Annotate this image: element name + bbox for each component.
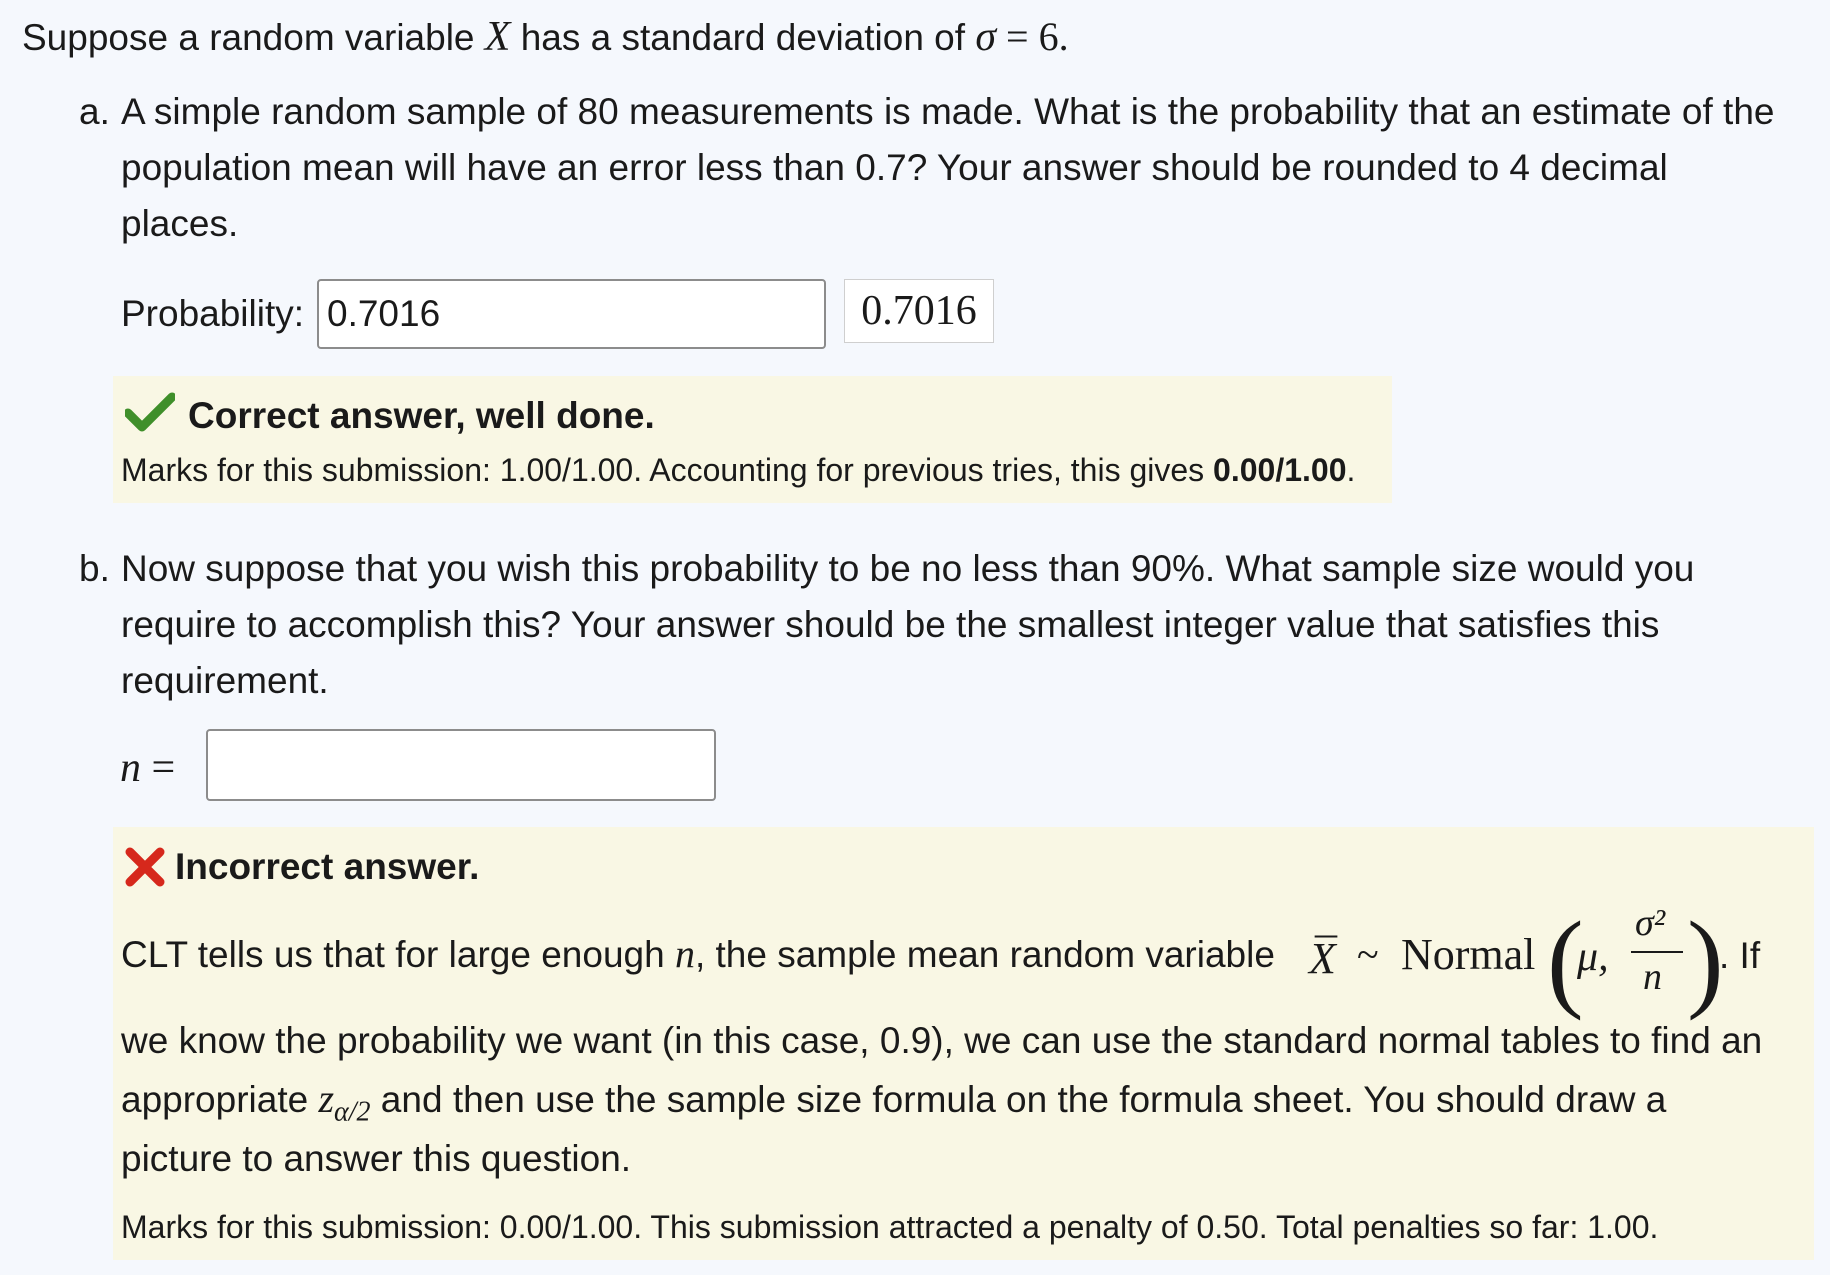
status-correct: Correct answer, well done. — [188, 395, 655, 436]
clt-hint-line-3: appropriate zα/2 and then use the sample… — [121, 1076, 1667, 1128]
question-intro: Suppose a random variable X has a standa… — [22, 12, 1069, 63]
part-a-feedback: Correct answer, well done. Marks for thi… — [113, 376, 1392, 503]
part-b-question: Now suppose that you wish this probabili… — [121, 541, 1821, 709]
fraction-bar — [1631, 951, 1683, 953]
part-a-question: A simple random sample of 80 measurement… — [121, 84, 1821, 252]
xbar-symbol: ¯ X — [1309, 930, 1337, 983]
part-b-line: Now suppose that you wish this probabili… — [121, 548, 1695, 589]
part-b-line: requirement. — [121, 660, 329, 701]
part-a-line: places. — [121, 203, 239, 244]
part-a-line: population mean will have an error less … — [121, 147, 1668, 188]
part-a-line: A simple random sample of 80 measurement… — [121, 91, 1775, 132]
sample-size-input[interactable] — [206, 729, 716, 801]
intro-var: X — [484, 14, 511, 60]
part-b-marker: b. — [79, 548, 110, 589]
part-a-marks: Marks for this submission: 1.00/1.00. Ac… — [121, 452, 1356, 488]
part-b-feedback: Incorrect answer. CLT tells us that for … — [113, 827, 1814, 1260]
intro-middle: has a standard deviation of — [510, 17, 976, 58]
clt-hint-line-1: CLT tells us that for large enough n, th… — [121, 931, 1275, 976]
intro-sigma: σ = 6. — [975, 14, 1069, 60]
probability-input[interactable] — [317, 279, 826, 349]
cross-icon — [125, 847, 165, 892]
intro-prefix: Suppose a random variable — [22, 17, 485, 58]
clt-hint-line-2: we know the probability we want (in this… — [121, 1020, 1763, 1061]
probability-preview: 0.7016 — [844, 279, 994, 343]
part-b-marks: Marks for this submission: 0.00/1.00. Th… — [121, 1209, 1659, 1245]
status-incorrect: Incorrect answer. — [175, 846, 480, 887]
check-icon — [123, 392, 177, 437]
probability-label: Probability: — [121, 293, 305, 334]
part-a-marker: a. — [79, 91, 110, 132]
n-label: n = — [120, 745, 176, 791]
part-b-line: require to accomplish this? Your answer … — [121, 604, 1660, 645]
marks-total: 0.00/1.00 — [1213, 452, 1347, 488]
clt-hint-line-4: picture to answer this question. — [121, 1138, 632, 1179]
